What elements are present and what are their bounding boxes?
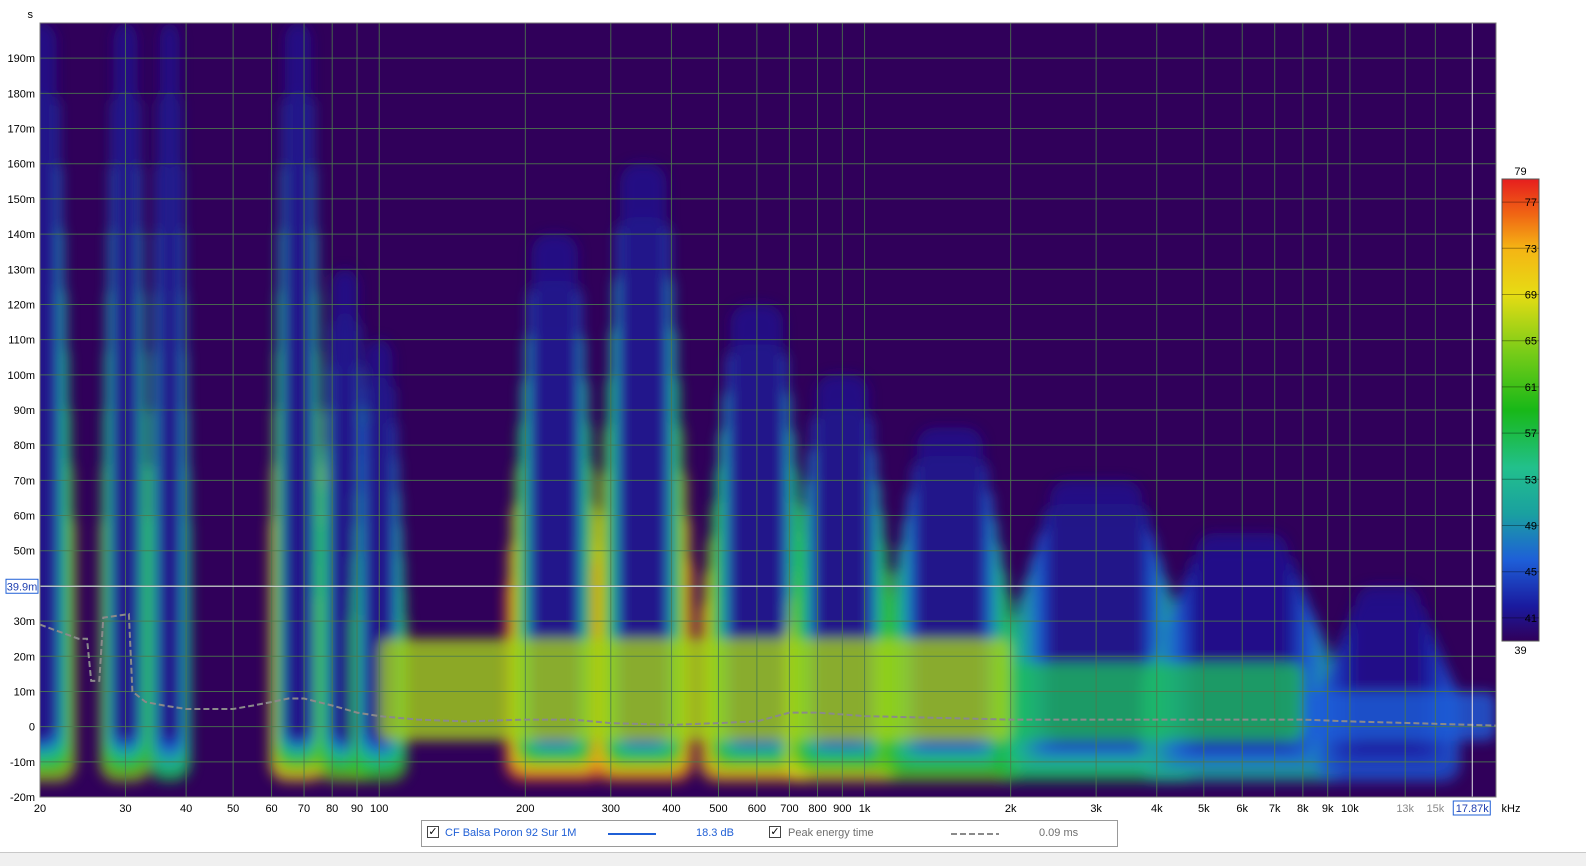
y-tick-label: 110m	[8, 335, 35, 347]
y-tick-label: 60m	[14, 511, 35, 523]
series2-value: 0.09 ms	[1039, 827, 1079, 839]
x-tick-label: 40	[180, 803, 192, 815]
decay-band	[284, 23, 312, 741]
y-tick-label: 70m	[14, 475, 35, 487]
x-tick-label: 300	[602, 803, 620, 815]
colorbar-tick-label: 73	[1525, 243, 1537, 255]
decay-floor	[1302, 691, 1496, 741]
y-tick-label: 130m	[7, 264, 35, 276]
y-tick-label: 190m	[7, 53, 35, 65]
x-tick-label: 600	[748, 803, 766, 815]
x-tick-label: 15k	[1426, 803, 1444, 815]
x-tick-label: 60	[265, 803, 277, 815]
x-tick-label: 700	[780, 803, 798, 815]
series2-name[interactable]: Peak energy time	[788, 827, 874, 840]
status-strip	[0, 852, 1586, 866]
x-tick-label: 50	[227, 803, 239, 815]
x-tick-label: 10k	[1341, 803, 1359, 815]
x-tick-label: 4k	[1151, 803, 1163, 815]
y-tick-label: -20m	[10, 792, 35, 804]
y-tick-label: 50m	[14, 546, 35, 558]
y-tick-label: 160m	[7, 159, 35, 171]
x-tick-label: 900	[833, 803, 851, 815]
colorbar-tick-label: 57	[1525, 428, 1537, 440]
y-tick-label: 100m	[7, 370, 35, 382]
y-tick-label: 140m	[7, 229, 35, 241]
y-tick-label: 170m	[7, 124, 35, 136]
cursor-y-readout: 39.9m	[7, 581, 38, 593]
y-tick-label: 90m	[14, 405, 35, 417]
y-tick-label: 120m	[7, 299, 35, 311]
x-tick-label: 800	[808, 803, 826, 815]
colorbar-tick-label: 65	[1525, 336, 1537, 348]
waterfall-chart: 39.9m 17.87k 20 30 40 50 60 70 80 90 100 200 300 400…	[5, 9, 1540, 816]
legend-panel: ✓ CF Balsa Poron 92 Sur 1M 18.3 dB ✓ Pea…	[421, 820, 1118, 847]
colorbar-tick-label: 49	[1525, 521, 1537, 533]
colorbar-tick-label: 45	[1525, 567, 1537, 579]
x-tick-label: 9k	[1322, 803, 1334, 815]
cursor-x-readout: 17.87k	[1456, 803, 1490, 815]
y-tick-label: 150m	[7, 194, 35, 206]
x-tick-label: 13k	[1396, 803, 1414, 815]
series1-line-swatch	[608, 833, 656, 835]
y-tick-label: -10m	[10, 757, 35, 769]
colorbar-tick-label: 69	[1525, 290, 1537, 302]
x-tick-label: 3k	[1090, 803, 1102, 815]
y-tick-label: 180m	[7, 88, 35, 100]
colorbar-tick-label: 79	[1514, 166, 1526, 178]
x-tick-label: 5k	[1198, 803, 1210, 815]
x-tick-label: 7k	[1269, 803, 1281, 815]
series1-name[interactable]: CF Balsa Poron 92 Sur 1M	[445, 827, 576, 840]
colorbar-tick-label: 61	[1525, 382, 1537, 394]
x-tick-label: 200	[516, 803, 534, 815]
colorbar-tick-label: 39	[1514, 645, 1526, 657]
series2-checkbox[interactable]: ✓	[769, 826, 781, 838]
x-tick-label: 6k	[1236, 803, 1248, 815]
x-tick-label: 8k	[1297, 803, 1309, 815]
x-tick-label: 30	[119, 803, 131, 815]
x-tick-label: 100	[370, 803, 388, 815]
x-tick-label: 400	[662, 803, 680, 815]
x-tick-label: 2k	[1005, 803, 1017, 815]
y-tick-label: 0	[29, 722, 35, 734]
y-tick-label: 30m	[14, 616, 35, 628]
x-tick-label: 1k	[859, 803, 871, 815]
x-unit-label: kHz	[1502, 803, 1521, 815]
series1-value: 18.3 dB	[696, 827, 734, 839]
colorbar-tick-label: 53	[1525, 474, 1537, 486]
x-tick-label: 90	[351, 803, 363, 815]
x-tick-label: 500	[709, 803, 727, 815]
series1-checkbox[interactable]: ✓	[427, 826, 439, 838]
decay-floor	[379, 638, 1011, 741]
decay-band	[159, 23, 180, 741]
colorbar: 79 77 73 69 65 61 57 53 49 45 41 39	[1501, 166, 1540, 657]
colorbar-tick-label: 41	[1525, 613, 1537, 625]
y-tick-label: 20m	[14, 651, 35, 663]
series2-line-swatch	[951, 833, 999, 835]
y-unit-label: s	[28, 9, 34, 21]
y-tick-label: 10m	[14, 686, 35, 698]
x-tick-label: 80	[326, 803, 338, 815]
y-tick-label: 80m	[14, 440, 35, 452]
x-tick-label: 20	[34, 803, 46, 815]
colorbar-tick-label: 77	[1525, 197, 1537, 209]
x-tick-label: 70	[298, 803, 310, 815]
